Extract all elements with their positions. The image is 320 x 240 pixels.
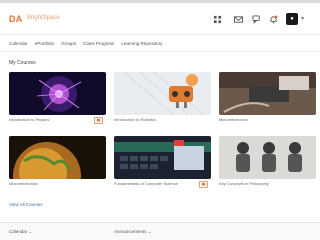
course-title: Fundamentals of Computer Science [114, 181, 178, 186]
announcements-widget-label: Announcements [114, 229, 147, 234]
nav-item[interactable]: Class Progress [83, 41, 114, 46]
grid-icon[interactable] [212, 14, 222, 24]
course-image [219, 136, 316, 179]
nav-item[interactable]: Calendar [9, 41, 28, 46]
course-image [9, 136, 106, 179]
course-title: Introduction to Physics [9, 117, 50, 122]
pin-icon[interactable] [199, 181, 208, 188]
course-card[interactable]: Introduction to Physics [9, 72, 106, 124]
section-title: My Courses [9, 60, 36, 66]
view-all-link[interactable]: View All Courses [9, 202, 43, 207]
course-card[interactable]: Introduction to Robotics [114, 72, 211, 122]
chat-icon[interactable] [251, 14, 261, 24]
header: DA BrightSpace ● ▾ [0, 3, 320, 35]
course-image [219, 72, 316, 115]
course-card[interactable]: Microelectronics [9, 136, 106, 186]
course-card[interactable]: Fundamentals of Computer Science [114, 136, 211, 188]
nav-item[interactable]: ePortfolio [35, 41, 54, 46]
announcements-widget-dropdown[interactable]: Announcements ⌄ [114, 229, 152, 235]
course-image [114, 72, 211, 115]
course-image [9, 72, 106, 115]
course-title: Key Concepts in Philosophy [219, 181, 269, 186]
calendar-widget-label: Calendar [9, 229, 28, 234]
brand-name: BrightSpace [27, 15, 60, 21]
course-title: Microelectronics [219, 117, 248, 122]
avatar[interactable]: ● [286, 13, 298, 25]
course-card[interactable]: Microelectronics [219, 72, 316, 122]
course-title: Microelectronics [9, 181, 38, 186]
course-card[interactable]: Key Concepts in Philosophy [219, 136, 316, 186]
bell-icon[interactable] [268, 14, 278, 24]
nav-bar: Calendar ePortfolio Groups Class Progres… [0, 36, 320, 52]
chevron-down-icon: ⌄ [147, 229, 152, 234]
pin-icon[interactable] [94, 117, 103, 124]
chevron-down-icon: ⌄ [28, 229, 33, 234]
course-image [114, 136, 211, 179]
nav-item[interactable]: Groups [61, 41, 76, 46]
chevron-down-icon[interactable]: ▾ [301, 15, 304, 22]
course-title: Introduction to Robotics [114, 117, 157, 122]
logo[interactable]: DA [9, 14, 22, 24]
footer-widgets: Calendar ⌄ Announcements ⌄ [0, 222, 320, 240]
nav-item[interactable]: Learning Repository [121, 41, 162, 46]
calendar-widget-dropdown[interactable]: Calendar ⌄ [9, 229, 32, 235]
mail-icon[interactable] [233, 14, 243, 24]
